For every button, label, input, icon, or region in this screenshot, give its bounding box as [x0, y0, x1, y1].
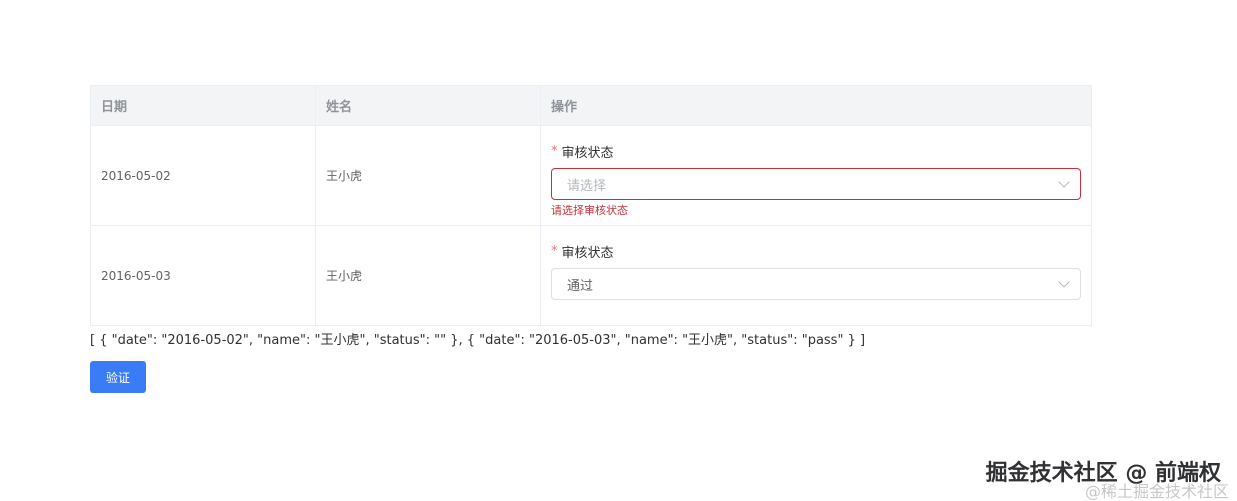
- data-table: 日期 姓名 操作 2016-05-02 王小虎 * 审核状态 请选择 请选择审核…: [90, 85, 1092, 326]
- required-mark: *: [551, 243, 558, 259]
- cell-action: * 审核状态 通过: [541, 226, 1091, 325]
- page: 日期 姓名 操作 2016-05-02 王小虎 * 审核状态 请选择 请选择审核…: [0, 0, 1237, 501]
- validation-error: 请选择审核状态: [551, 204, 628, 217]
- select-placeholder: 请选择: [567, 178, 607, 194]
- status-label: * 审核状态: [551, 142, 1081, 161]
- chevron-down-icon: [1058, 276, 1070, 288]
- header-action: 操作: [551, 100, 578, 115]
- status-label: * 审核状态: [551, 242, 1081, 261]
- status-form-item: * 审核状态 通过: [541, 226, 1091, 300]
- validate-button[interactable]: 验证: [90, 361, 146, 393]
- required-mark: *: [551, 143, 558, 159]
- select-value: 通过: [567, 278, 594, 294]
- status-select[interactable]: 通过: [551, 268, 1081, 300]
- table-header-row: 日期 姓名 操作: [91, 86, 1091, 126]
- cell-date: 2016-05-03: [91, 226, 316, 325]
- json-dump: [ { "date": "2016-05-02", "name": "王小虎",…: [90, 333, 866, 348]
- cell-date: 2016-05-02: [91, 126, 316, 225]
- status-label-text: 审核状态: [561, 145, 614, 161]
- status-select[interactable]: 请选择: [551, 168, 1081, 200]
- table-row: 2016-05-02 王小虎 * 审核状态 请选择 请选择审核状态: [91, 126, 1091, 226]
- table-row: 2016-05-03 王小虎 * 审核状态 通过: [91, 226, 1091, 325]
- header-name: 姓名: [316, 86, 541, 125]
- chevron-down-icon: [1058, 176, 1070, 188]
- cell-name: 王小虎: [316, 126, 541, 225]
- status-form-item: * 审核状态 请选择 请选择审核状态: [541, 126, 1091, 218]
- header-date: 日期: [91, 86, 316, 125]
- cell-action: * 审核状态 请选择 请选择审核状态: [541, 126, 1091, 225]
- watermark-line2: @稀土掘金技术社区: [1084, 482, 1229, 501]
- cell-name: 王小虎: [316, 226, 541, 325]
- status-label-text: 审核状态: [561, 245, 614, 261]
